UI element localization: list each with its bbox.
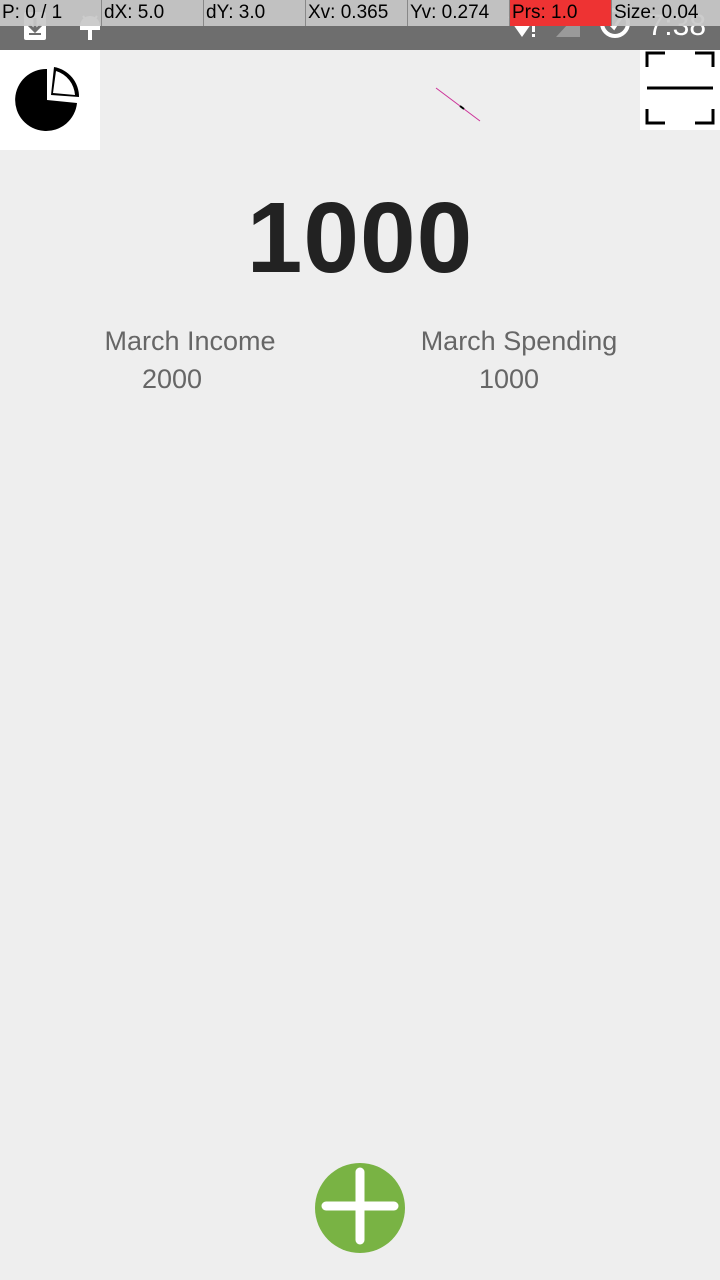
scan-icon [645, 51, 715, 130]
add-transaction-button[interactable] [315, 1163, 405, 1253]
pointer-xv: Xv: 0.365 [306, 0, 408, 26]
touch-trace [435, 87, 481, 122]
pointer-dy: dY: 3.0 [204, 0, 306, 26]
app-screen: 7:38 P: 0 / 1 dX: 5.0 dY: 3.0 Xv: 0.365 … [0, 0, 720, 1280]
plus-icon [320, 1166, 400, 1251]
pointer-yv: Yv: 0.274 [408, 0, 510, 26]
income-value: 2000 [141, 364, 203, 394]
income-summary: March Income 2000 [90, 322, 290, 398]
pointer-pressure: Prs: 1.0 [510, 0, 612, 26]
balance-amount: 1000 [246, 182, 474, 294]
spending-label: March Spending [420, 326, 618, 356]
chart-button[interactable] [0, 50, 100, 150]
income-label: March Income [104, 326, 276, 356]
pointer-size: Size: 0.04 [612, 0, 720, 26]
spending-summary: March Spending 1000 [408, 322, 630, 398]
scan-button[interactable] [640, 50, 720, 130]
pointer-count: P: 0 / 1 [0, 0, 102, 26]
pie-chart-icon [15, 65, 85, 136]
spending-value: 1000 [478, 364, 540, 394]
pointer-location-overlay: P: 0 / 1 dX: 5.0 dY: 3.0 Xv: 0.365 Yv: 0… [0, 0, 720, 26]
pointer-dx: dX: 5.0 [102, 0, 204, 26]
